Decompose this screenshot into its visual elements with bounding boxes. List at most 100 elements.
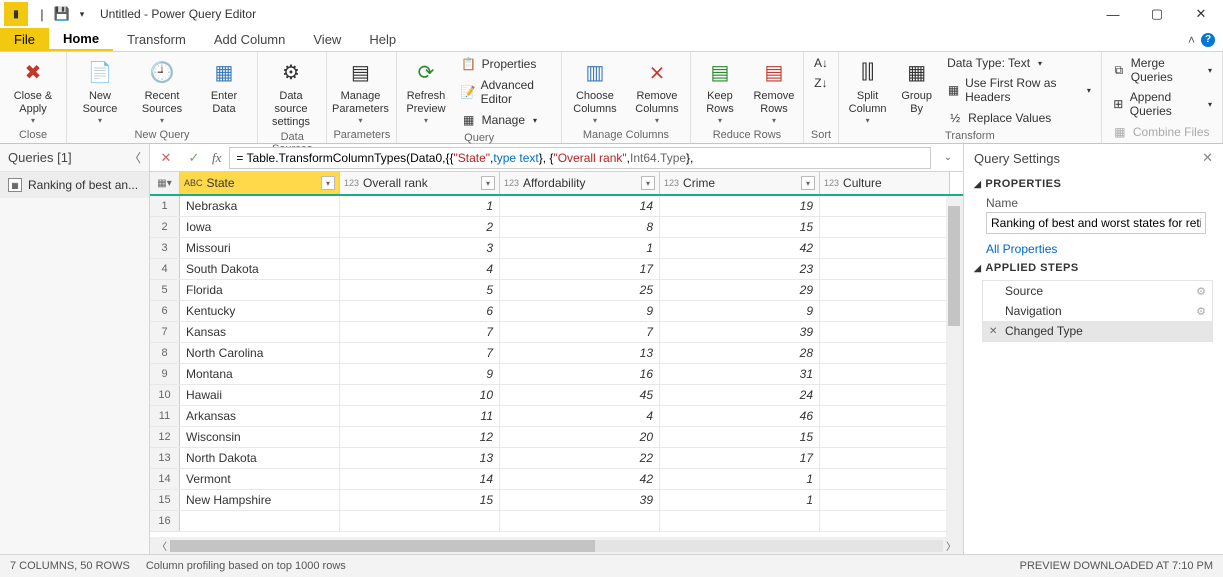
refresh-icon: ⟳ [410,56,442,88]
filter-icon[interactable]: ▾ [641,176,655,190]
column-header-state[interactable]: ABCState▾ [180,172,340,194]
fx-icon: fx [212,150,221,166]
append-queries-button[interactable]: ⊞Append Queries▾ [1108,88,1216,120]
combine-files-button[interactable]: ▦Combine Files [1108,122,1216,142]
filter-icon[interactable]: ▾ [481,176,495,190]
choose-columns-button[interactable]: ▥Choose Columns▾ [568,54,622,125]
tab-help[interactable]: Help [355,28,410,51]
first-row-headers-button[interactable]: ▦Use First Row as Headers▾ [943,74,1095,106]
recent-sources-button[interactable]: 🕘Recent Sources▾ [135,54,189,125]
close-apply-button[interactable]: ✖ Close & Apply ▾ [6,54,60,125]
maximize-button[interactable]: ▢ [1135,0,1179,28]
properties-button[interactable]: 📋Properties [457,54,555,74]
split-column-button[interactable]: ⫿⫿Split Column▾ [845,54,890,125]
table-row[interactable]: 9 Montana 9 16 31 [150,364,963,385]
all-properties-link[interactable]: All Properties [986,242,1213,256]
manage-button[interactable]: ▦Manage▾ [457,110,555,130]
ribbon-collapse-icon[interactable]: ˄ [1188,33,1195,47]
gear-icon[interactable]: ⚙ [1196,285,1206,298]
replace-values-button[interactable]: ½Replace Values [943,108,1095,128]
column-header-culture[interactable]: 123Culture [820,172,950,194]
window-title: Untitled - Power Query Editor [100,7,256,21]
table-row[interactable]: 15 New Hampshire 15 39 1 [150,490,963,511]
column-header-crime[interactable]: 123Crime▾ [660,172,820,194]
group-new-query: New Query [73,127,251,143]
table-row[interactable]: 5 Florida 5 25 29 [150,280,963,301]
remove-columns-button[interactable]: ⨯Remove Columns▾ [630,54,684,125]
step-navigation[interactable]: Navigation⚙ [983,301,1212,321]
group-by-button[interactable]: ▦Group By [898,54,935,116]
separator: | [32,7,52,22]
table-row[interactable]: 11 Arkansas 11 4 46 [150,406,963,427]
formula-commit-icon[interactable]: ✓ [184,150,204,166]
name-label: Name [986,196,1213,210]
close-button[interactable]: ✕ [1179,0,1223,28]
formula-cancel-icon[interactable]: ✕ [156,150,176,166]
tab-transform[interactable]: Transform [113,28,200,51]
table-row[interactable]: 1 Nebraska 1 14 19 [150,196,963,217]
queries-collapse-icon[interactable]: 〈 [129,149,141,166]
column-header-affordability[interactable]: 123Affordability▾ [500,172,660,194]
table-icon: ▦ [8,178,22,192]
table-row[interactable]: 10 Hawaii 10 45 24 [150,385,963,406]
scroll-right-icon[interactable]: 〉 [943,538,959,553]
new-source-button[interactable]: 📄New Source▾ [73,54,127,125]
remove-columns-icon: ⨯ [641,56,673,88]
data-source-settings-icon: ⚙ [275,56,307,88]
recent-sources-icon: 🕘 [146,56,178,88]
group-transform: Transform [845,128,1095,144]
tab-view[interactable]: View [299,28,355,51]
scroll-left-icon[interactable]: 〈 [154,538,170,553]
filter-icon[interactable]: ▾ [321,176,335,190]
enter-data-button[interactable]: ▦Enter Data [197,54,251,116]
table-row[interactable]: 14 Vermont 14 42 1 [150,469,963,490]
table-row[interactable]: 6 Kentucky 6 9 9 [150,301,963,322]
data-type-button[interactable]: Data Type: Text▾ [943,54,1095,72]
group-manage-columns: Manage Columns [568,127,684,143]
query-item[interactable]: ▦ Ranking of best an... [0,172,149,198]
triangle-icon[interactable]: ◢ [974,263,981,274]
refresh-preview-button[interactable]: ⟳Refresh Preview▾ [403,54,448,125]
queries-header: Queries [1] 〈 [0,144,149,172]
gear-icon[interactable]: ⚙ [1196,305,1206,318]
table-row[interactable]: 2 Iowa 2 8 15 [150,217,963,238]
settings-close-icon[interactable]: ✕ [1202,150,1213,166]
qat-dropdown[interactable]: ▾ [72,9,92,20]
save-icon[interactable]: 💾 [52,6,72,22]
remove-rows-button[interactable]: ▤Remove Rows▾ [751,54,797,125]
horizontal-scrollbar[interactable]: 〈 〉 [150,537,963,554]
query-name-input[interactable] [986,212,1206,234]
column-header-rank[interactable]: 123Overall rank▾ [340,172,500,194]
help-icon[interactable]: ? [1201,33,1215,47]
table-row[interactable]: 8 North Carolina 7 13 28 [150,343,963,364]
formula-expand-icon[interactable]: ⌄ [939,152,957,163]
minimize-button[interactable]: — [1091,0,1135,28]
tab-file[interactable]: File [0,28,49,51]
keep-rows-button[interactable]: ▤Keep Rows▾ [697,54,743,125]
delete-step-icon[interactable]: ✕ [989,326,1001,337]
table-row[interactable]: 16 [150,511,963,532]
filter-icon[interactable]: ▾ [801,176,815,190]
table-row[interactable]: 7 Kansas 7 7 39 [150,322,963,343]
queries-pane: Queries [1] 〈 ▦ Ranking of best an... [0,144,150,554]
table-row[interactable]: 13 North Dakota 13 22 17 [150,448,963,469]
tab-home[interactable]: Home [49,28,113,51]
merge-queries-button[interactable]: ⧉Merge Queries▾ [1108,54,1216,86]
triangle-icon[interactable]: ◢ [974,179,981,190]
grid-corner[interactable]: ▦▾ [150,172,180,194]
manage-parameters-button[interactable]: ▤Manage Parameters▾ [333,54,387,125]
formula-input[interactable]: = Table.TransformColumnTypes(Data0,{{"St… [229,147,931,169]
step-changed-type[interactable]: ✕Changed Type [983,321,1212,341]
status-bar: 7 COLUMNS, 50 ROWS Column profiling base… [0,554,1223,577]
properties-icon: 📋 [461,56,477,72]
advanced-editor-button[interactable]: 📝Advanced Editor [457,76,555,108]
table-row[interactable]: 12 Wisconsin 12 20 15 [150,427,963,448]
table-row[interactable]: 4 South Dakota 4 17 23 [150,259,963,280]
sort-asc-button[interactable]: A↓ [810,54,832,72]
data-source-settings-button[interactable]: ⚙Data source settings [264,54,318,129]
vertical-scrollbar[interactable] [946,196,963,537]
sort-desc-button[interactable]: Z↓ [810,74,832,92]
table-row[interactable]: 3 Missouri 3 1 42 [150,238,963,259]
step-source[interactable]: Source⚙ [983,281,1212,301]
tab-add-column[interactable]: Add Column [200,28,300,51]
